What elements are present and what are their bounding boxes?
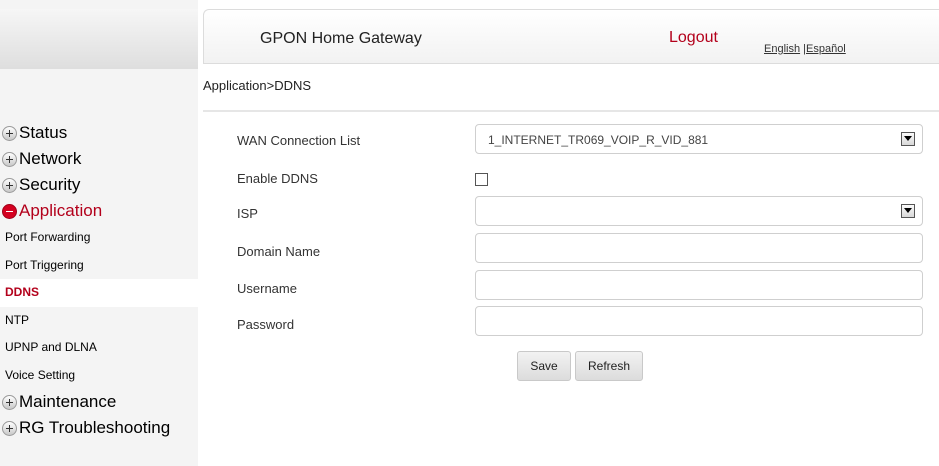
domain-name-input[interactable] <box>475 233 923 263</box>
username-input[interactable] <box>475 270 923 300</box>
wan-connection-select[interactable]: 1_INTERNET_TR069_VOIP_R_VID_881 <box>475 124 923 154</box>
password-label: Password <box>237 317 295 332</box>
plus-icon <box>2 177 17 193</box>
isp-select[interactable] <box>475 196 923 226</box>
username-label: Username <box>237 281 297 296</box>
sidebar-logo-area <box>0 9 198 69</box>
chevron-down-icon <box>901 204 915 218</box>
divider <box>203 110 939 112</box>
plus-icon <box>2 394 17 410</box>
menu-item-label: Maintenance <box>19 392 117 411</box>
plus-icon <box>2 420 17 436</box>
menu-item-rg-troubleshooting[interactable]: RG Troubleshooting <box>0 415 198 441</box>
submenu-item-voice-setting[interactable]: Voice Setting <box>0 362 198 390</box>
plus-icon <box>2 151 17 167</box>
menu-item-network[interactable]: Network <box>0 146 198 172</box>
refresh-button[interactable]: Refresh <box>575 351 643 381</box>
english-link[interactable]: English <box>764 43 800 55</box>
menu-item-label: Security <box>19 175 81 194</box>
wan-connection-value: 1_INTERNET_TR069_VOIP_R_VID_881 <box>488 133 709 147</box>
submenu-item-ddns[interactable]: DDNS <box>0 279 198 307</box>
logout-link[interactable]: Logout <box>669 29 718 47</box>
menu-item-label: RG Troubleshooting <box>19 418 171 437</box>
chevron-down-icon <box>901 132 915 146</box>
breadcrumb: Application>DDNS <box>203 78 312 93</box>
page-header-title: GPON Home Gateway <box>260 30 422 47</box>
isp-label: ISP <box>237 206 258 221</box>
menu-item-application[interactable]: Application <box>0 198 198 224</box>
enable-ddns-checkbox[interactable] <box>475 173 488 186</box>
wan-connection-label: WAN Connection List <box>237 133 361 148</box>
submenu-item-port-forwarding[interactable]: Port Forwarding <box>0 224 198 252</box>
domain-name-label: Domain Name <box>237 244 321 259</box>
espanol-link[interactable]: Español <box>806 43 846 55</box>
password-input[interactable] <box>475 306 923 336</box>
header-bar: GPON Home Gateway Logout English |Españo… <box>203 9 939 64</box>
sidebar-menu: Status Network Security Application Port… <box>0 120 198 441</box>
submenu-item-port-triggering[interactable]: Port Triggering <box>0 252 198 280</box>
minus-icon <box>2 203 17 219</box>
menu-item-maintenance[interactable]: Maintenance <box>0 389 198 415</box>
menu-item-label: Status <box>19 123 68 142</box>
sidebar: Status Network Security Application Port… <box>0 0 198 466</box>
plus-icon <box>2 125 17 141</box>
menu-item-status[interactable]: Status <box>0 120 198 146</box>
submenu-item-ntp[interactable]: NTP <box>0 307 198 335</box>
enable-ddns-label: Enable DDNS <box>237 171 318 186</box>
menu-item-security[interactable]: Security <box>0 172 198 198</box>
menu-item-label: Application <box>19 201 103 220</box>
language-switcher: English |Español <box>764 43 846 55</box>
save-button[interactable]: Save <box>517 351 571 381</box>
menu-item-label: Network <box>19 149 82 168</box>
submenu-item-upnp-dlna[interactable]: UPNP and DLNA <box>0 334 198 362</box>
